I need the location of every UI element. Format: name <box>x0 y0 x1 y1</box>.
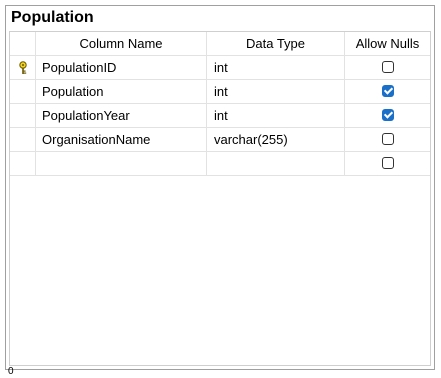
allow-nulls-cell <box>345 80 430 103</box>
row-selector[interactable] <box>10 56 36 79</box>
row-selector-header <box>10 32 36 55</box>
data-type-cell[interactable]: int <box>207 104 345 127</box>
allow-nulls-checkbox[interactable] <box>381 157 394 169</box>
header-allow-nulls[interactable]: Allow Nulls <box>345 32 430 55</box>
allow-nulls-cell <box>345 128 430 151</box>
table-row[interactable]: PopulationYear int <box>10 104 430 128</box>
allow-nulls-cell <box>345 56 430 79</box>
table-row[interactable]: OrganisationName varchar(255) <box>10 128 430 152</box>
allow-nulls-checkbox[interactable] <box>381 85 394 97</box>
allow-nulls-cell <box>345 104 430 127</box>
data-type-cell[interactable]: int <box>207 56 345 79</box>
data-type-cell[interactable] <box>207 152 345 175</box>
column-grid: Column Name Data Type Allow Nulls Popula… <box>9 31 431 366</box>
allow-nulls-checkbox[interactable] <box>381 61 394 73</box>
table-designer-window: Population Column Name Data Type Allow N… <box>5 5 435 370</box>
table-row[interactable]: PopulationID int <box>10 56 430 80</box>
allow-nulls-cell <box>345 152 430 175</box>
footer-label: 0 <box>8 366 14 377</box>
key-icon <box>19 61 27 74</box>
table-row-new[interactable] <box>10 152 430 176</box>
row-selector[interactable] <box>10 152 36 175</box>
table-title: Population <box>11 9 94 26</box>
table-row[interactable]: Population int <box>10 80 430 104</box>
header-data-type[interactable]: Data Type <box>207 32 345 55</box>
row-selector[interactable] <box>10 104 36 127</box>
column-name-cell[interactable]: PopulationYear <box>36 104 207 127</box>
data-type-cell[interactable]: varchar(255) <box>207 128 345 151</box>
header-column-name[interactable]: Column Name <box>36 32 207 55</box>
column-name-cell[interactable] <box>36 152 207 175</box>
allow-nulls-checkbox[interactable] <box>381 109 394 121</box>
column-name-cell[interactable]: OrganisationName <box>36 128 207 151</box>
data-type-cell[interactable]: int <box>207 80 345 103</box>
row-selector[interactable] <box>10 128 36 151</box>
row-selector[interactable] <box>10 80 36 103</box>
column-name-cell[interactable]: PopulationID <box>36 56 207 79</box>
allow-nulls-checkbox[interactable] <box>381 133 394 145</box>
grid-header: Column Name Data Type Allow Nulls <box>10 32 430 56</box>
column-name-cell[interactable]: Population <box>36 80 207 103</box>
